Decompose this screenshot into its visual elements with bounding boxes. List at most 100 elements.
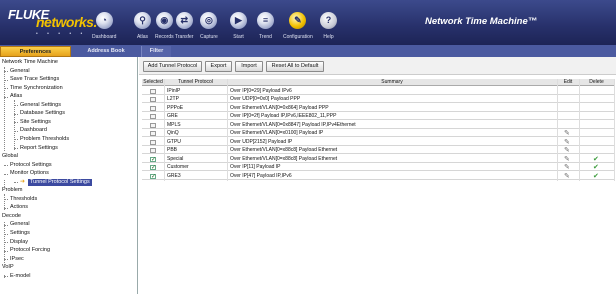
edit-icon[interactable]: ✎ [564, 139, 571, 146]
app-title: Network Time Machine™ [425, 16, 538, 27]
tree-item-ipsec[interactable]: IPsec [10, 256, 24, 263]
delete-icon[interactable]: ✔ [593, 173, 600, 180]
toolbar-transfer-button[interactable]: ⇄ Transfer [175, 4, 193, 42]
toolbar-help-button[interactable]: ? Help [320, 4, 337, 42]
protocol-name: GRE [167, 113, 178, 119]
tree-item-actions[interactable]: Actions [10, 204, 28, 211]
tree-item-dashboard[interactable]: Dashboard [20, 127, 47, 134]
tree-item-time-synchronization[interactable]: Time Synchronization [10, 85, 63, 92]
toolbar-label: Records [155, 34, 174, 40]
column-header-edit[interactable]: Edit [557, 79, 579, 86]
edit-icon[interactable]: ✎ [564, 173, 571, 180]
tree-item-protocol-forcing[interactable]: Protocol Forcing [10, 247, 50, 254]
configuration-icon: ✎ [289, 12, 307, 29]
edit-icon[interactable]: ✎ [564, 147, 571, 154]
tree-item-e-model[interactable]: E-model [10, 273, 30, 280]
tree-item-display[interactable]: Display [10, 239, 28, 246]
row-select-checkbox[interactable] [150, 139, 156, 145]
tree-item-general-settings[interactable]: General Settings [20, 102, 61, 109]
tree-item-thresholds[interactable]: Thresholds [10, 196, 37, 203]
protocol-name: IPinIP [167, 87, 181, 94]
tree-item-database-settings[interactable]: Database Settings [20, 110, 65, 117]
row-select-checkbox[interactable] [150, 114, 156, 119]
table-row[interactable]: PPPoE Over Ethernet/VLAN[0=0x864] Payload… [142, 105, 614, 112]
protocol-summary: Over IP[0=29] Payload IPv6 [230, 87, 292, 94]
toolbar-trend-button[interactable]: ≡ Trend [257, 4, 274, 42]
tree-item-problem-thresholds[interactable]: Problem Thresholds [20, 136, 69, 143]
tree-item-global[interactable]: Global [2, 153, 18, 160]
toolbar-start-button[interactable]: ▶ Start [230, 4, 247, 42]
toolbar-records-button[interactable]: ◉ Records [155, 4, 174, 42]
row-select-checkbox[interactable] [150, 88, 156, 94]
protocol-summary: Over Ethernet/VLAN[0=0x8847] Payload IP,… [230, 121, 356, 128]
import-button[interactable]: Import [235, 61, 263, 72]
tree-item-general[interactable]: General [10, 221, 30, 228]
tab-address-book[interactable]: Address Book [71, 46, 141, 57]
column-header-delete[interactable]: Delete [579, 79, 614, 86]
tree-line [4, 222, 5, 267]
tree-item-atlas[interactable]: Atlas [10, 93, 22, 100]
reset-all-button[interactable]: Reset All to Default [266, 61, 324, 72]
toolbar-label: Dashboard [92, 34, 117, 40]
table-row[interactable]: Customer Over IP[11] Payload IP ✎ ✔ [142, 164, 614, 171]
protocol-summary: Over Ethernet/VLAN[0=x88c8] Payload Ethe… [230, 155, 338, 162]
row-select-checkbox[interactable] [150, 164, 156, 171]
tree-item-save-trace-settings[interactable]: Save Trace Settings [10, 76, 59, 83]
transfer-icon: ⇄ [175, 12, 193, 29]
tree-line [14, 100, 15, 150]
export-button[interactable]: Export [205, 61, 232, 72]
tree-item-monitor-options[interactable]: Monitor Options [10, 170, 49, 177]
table-row[interactable]: GRE3 Over IP[47] Payload IP,IPv6 ✎ ✔ [142, 173, 614, 180]
row-select-checkbox[interactable] [150, 122, 156, 128]
tree-item-site-settings[interactable]: Site Settings [20, 119, 51, 126]
tree-item-problem[interactable]: Problem [2, 187, 22, 194]
tab-preferences[interactable]: Preferences [0, 46, 71, 57]
tree-item-general[interactable]: General [10, 68, 30, 75]
column-header-summary[interactable]: Summary [227, 79, 557, 86]
table-row[interactable]: IPinIP Over IP[0=29] Payload IPv6 [142, 88, 614, 95]
toolbar-label: Transfer [175, 34, 194, 40]
tree-item-network-time-machine[interactable]: Network Time Machine [2, 59, 58, 66]
row-select-checkbox[interactable] [150, 173, 156, 180]
table-row[interactable]: Special Over Ethernet/VLAN[0=x88c8] Paylo… [142, 156, 614, 163]
tree-item-protocol-settings[interactable]: Protocol Settings [10, 162, 52, 169]
protocol-summary: Over Ethernet/VLAN[0=x88c8] Payload Ethe… [230, 147, 338, 153]
column-header-protocol[interactable]: Tunnel Protocol [164, 79, 227, 86]
toolbar-dashboard-button[interactable]: ◔ Dashboard [92, 4, 116, 42]
row-select-checkbox[interactable] [150, 97, 156, 102]
toolbar-configuration-button[interactable]: ✎ Configuration [283, 4, 313, 42]
column-header-selected[interactable]: Selected [142, 79, 164, 86]
row-select-checkbox[interactable] [150, 131, 156, 136]
table-row[interactable]: GRE Over IP[0=2f] Payload IP,IPv6,IEEE802… [142, 113, 614, 120]
protocol-summary: Over IP[47] Payload IP,IPv6 [230, 172, 292, 179]
edit-icon[interactable]: ✎ [564, 164, 571, 171]
delete-icon[interactable]: ✔ [593, 156, 600, 163]
table-row[interactable]: GTPU Over UDP[2152] Payload IP ✎ [142, 139, 614, 146]
tree-item-settings[interactable]: Settings [10, 230, 30, 237]
toolbar-capture-button[interactable]: ◎ Capture [200, 4, 218, 42]
add-tunnel-protocol-button[interactable]: Add Tunnel Protocol [143, 61, 202, 72]
row-select-checkbox[interactable] [150, 105, 156, 111]
edit-icon[interactable]: ✎ [564, 156, 571, 163]
start-icon: ▶ [230, 12, 247, 29]
table-row[interactable]: PBB Over Ethernet/VLAN[0=x88c8] Payload E… [142, 147, 614, 154]
toolbar-label: Atlas [136, 34, 149, 40]
tab-filter[interactable]: Filter [141, 46, 171, 57]
row-select-checkbox[interactable] [150, 156, 156, 163]
tree-item-decode[interactable]: Decode [2, 213, 21, 220]
tunnel-protocol-panel: Add Tunnel Protocol Export Import Reset … [139, 57, 616, 294]
capture-icon: ◎ [200, 12, 218, 29]
table-row[interactable]: L2TP Over UDP[0=0x0] Payload PPP [142, 96, 614, 103]
delete-icon[interactable]: ✔ [593, 164, 600, 171]
protocol-name: GTPU [167, 138, 181, 145]
tree-item-report-settings[interactable]: Report Settings [20, 145, 58, 152]
table-row[interactable]: MPLS Over Ethernet/VLAN[0=0x8847] Payload… [142, 122, 614, 129]
tree-item-tunnel-protocol-settings[interactable]: Tunnel Protocol Settings [28, 178, 92, 186]
row-select-checkbox[interactable] [150, 148, 156, 153]
edit-icon[interactable]: ✎ [564, 130, 571, 137]
toolbar-atlas-button[interactable]: ⚲ Atlas [134, 4, 151, 42]
table-row[interactable]: QinQ Over Ethernet/VLAN[0=x0100] Payload … [142, 130, 614, 137]
panel-toolbar: Add Tunnel Protocol Export Import Reset … [139, 57, 616, 75]
tree-line [4, 275, 5, 277]
protocol-name: QinQ [167, 130, 179, 136]
